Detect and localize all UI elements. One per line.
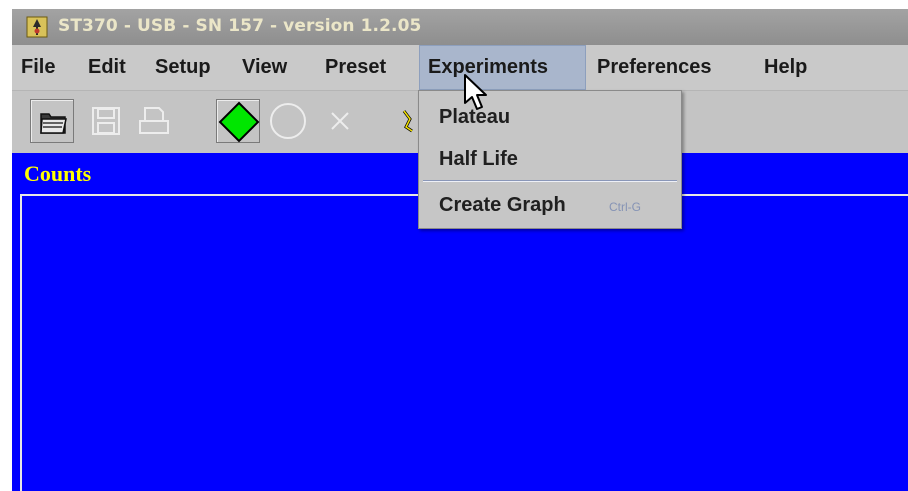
menu-item-half-life[interactable]: Half Life (419, 139, 681, 179)
save-icon (92, 107, 120, 135)
shortcut-hint: Ctrl-G (609, 200, 641, 214)
menu-bar: File Edit Setup View Preset Experiments … (12, 45, 908, 91)
print-icon (139, 107, 169, 134)
stop-circle-icon (270, 103, 306, 139)
menu-file[interactable]: File (21, 45, 55, 90)
clear-x-icon (331, 112, 349, 130)
save-button[interactable] (84, 99, 128, 143)
counts-display (20, 194, 908, 491)
experiments-dropdown: Plateau Half Life Create Graph Ctrl-G (418, 90, 682, 229)
app-window: ST370 - USB - SN 157 - version 1.2.05 Fi… (12, 9, 908, 491)
app-icon (26, 16, 48, 38)
clear-button[interactable] (318, 99, 362, 143)
start-diamond-icon (218, 101, 260, 143)
menu-preferences[interactable]: Preferences (597, 45, 712, 90)
start-button[interactable] (216, 99, 260, 143)
counts-label: Counts (24, 161, 92, 186)
open-button[interactable] (30, 99, 74, 143)
menu-item-label: Create Graph (439, 194, 566, 216)
menu-help[interactable]: Help (764, 45, 807, 90)
mouse-pointer-icon (464, 74, 487, 110)
menu-item-label: Half Life (439, 148, 518, 170)
menu-item-plateau[interactable]: Plateau (419, 97, 681, 137)
open-folder-icon (40, 113, 67, 134)
stop-button[interactable] (266, 99, 310, 143)
menu-experiments[interactable]: Experiments (419, 45, 586, 90)
menu-item-create-graph[interactable]: Create Graph Ctrl-G (419, 185, 681, 225)
menu-view[interactable]: View (242, 45, 287, 90)
menu-preset[interactable]: Preset (325, 45, 386, 90)
window-title: ST370 - USB - SN 157 - version 1.2.05 (58, 16, 422, 36)
title-bar[interactable]: ST370 - USB - SN 157 - version 1.2.05 (12, 9, 908, 45)
menu-separator (423, 180, 677, 182)
menu-setup[interactable]: Setup (155, 45, 211, 90)
menu-edit[interactable]: Edit (88, 45, 126, 90)
print-button[interactable] (132, 99, 176, 143)
